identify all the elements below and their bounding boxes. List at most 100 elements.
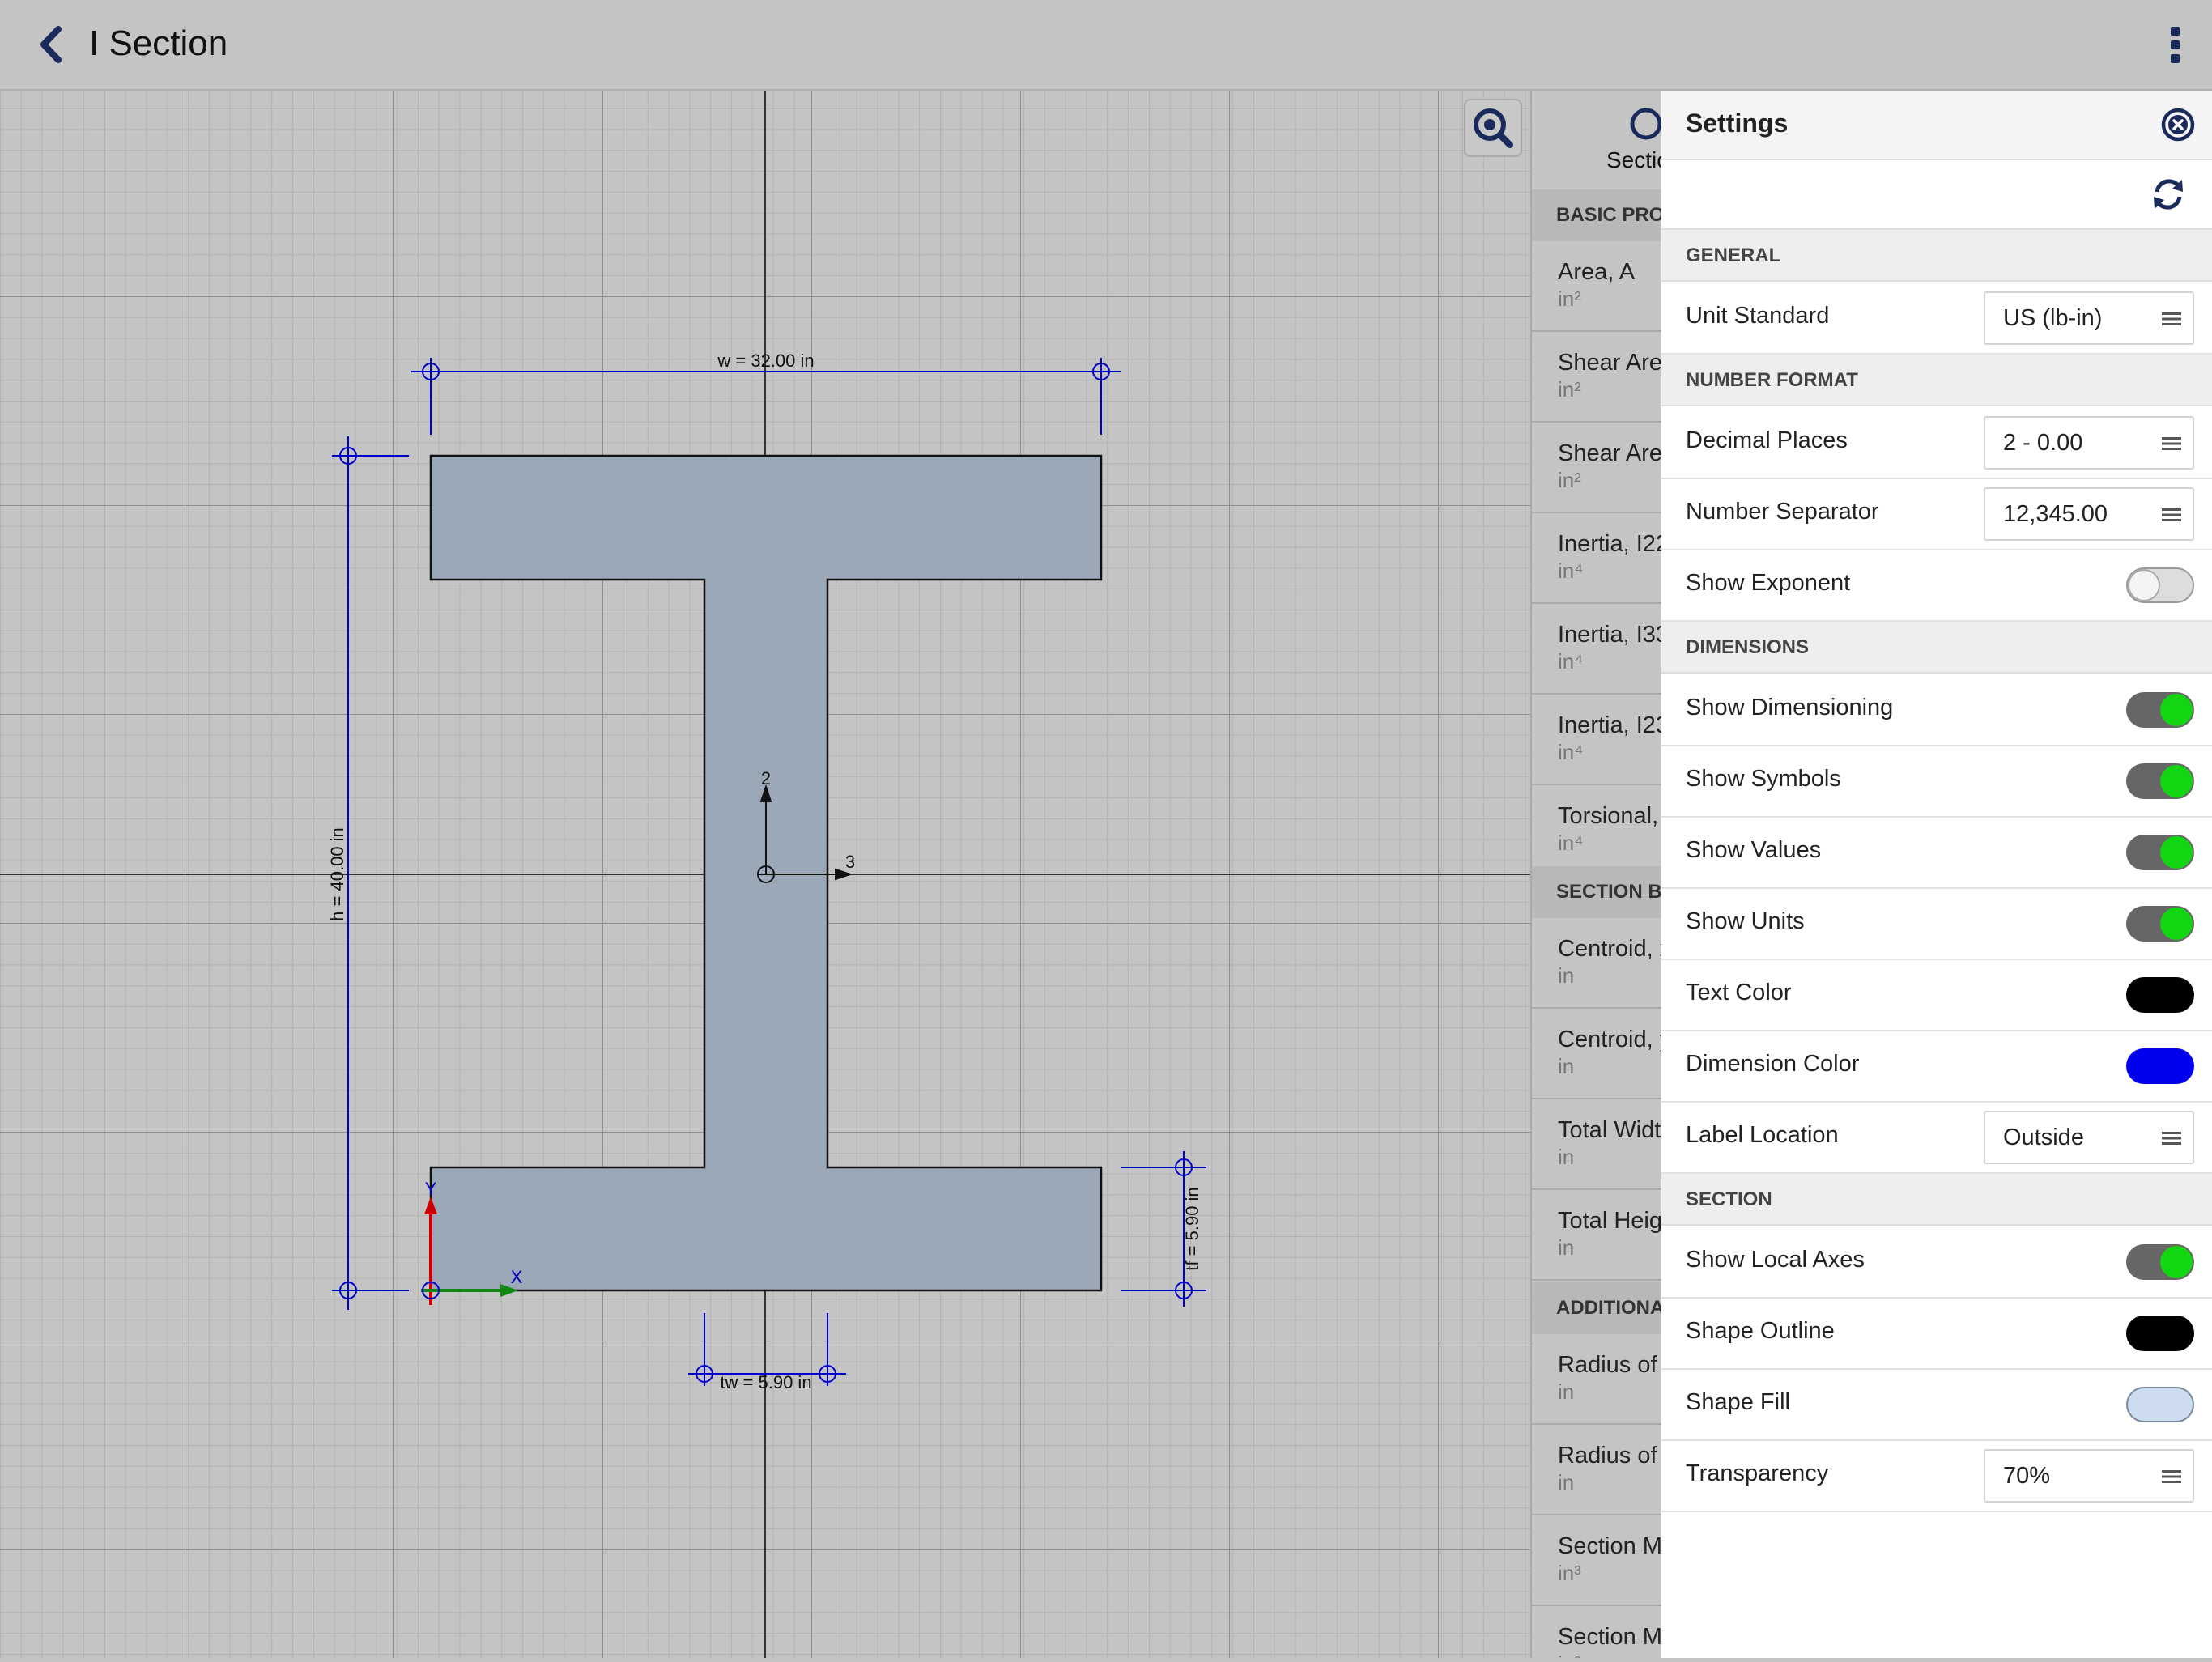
show-dimensioning-label: Show Dimensioning — [1686, 695, 1894, 720]
prop-label: Section Modulus — [1558, 1624, 1661, 1650]
shape-fill-label: Shape Fill — [1686, 1389, 1790, 1415]
axis-x-label: X — [511, 1267, 523, 1287]
shape-outline-swatch[interactable] — [2126, 1316, 2194, 1351]
prop-unit: in — [1558, 1235, 1575, 1260]
show-symbols-label: Show Symbols — [1686, 766, 1841, 792]
prop-row[interactable]: Radius of Gyrationin — [1532, 1425, 1661, 1515]
show-local-axes-toggle[interactable] — [2126, 1244, 2194, 1280]
prop-label: Radius of Gyration — [1558, 1443, 1661, 1469]
text-color-swatch[interactable] — [2126, 977, 2194, 1013]
prop-label: Centroid, x — [1558, 936, 1661, 962]
prop-label: Total Width — [1558, 1117, 1661, 1143]
prop-label: Torsional, J — [1558, 803, 1661, 829]
prop-row[interactable]: Shear Areain² — [1532, 332, 1661, 423]
prop-unit: in² — [1558, 287, 1581, 311]
decimal-places-value: 2 - 0.00 — [2003, 430, 2083, 456]
label-location-select[interactable]: Outside — [1984, 1111, 2194, 1164]
back-button[interactable] — [24, 16, 81, 73]
prop-unit: in — [1558, 963, 1575, 988]
prop-label: Inertia, I23 — [1558, 712, 1661, 738]
close-circle-icon — [2161, 108, 2195, 142]
transparency-row: Transparency 70% — [1661, 1441, 2212, 1512]
app-header: I Section — [0, 0, 2212, 91]
shape-fill-row: Shape Fill — [1661, 1370, 2212, 1441]
label-location-row: Label Location Outside — [1661, 1103, 2212, 1174]
transparency-select[interactable]: 70% — [1984, 1449, 2194, 1503]
number-separator-select[interactable]: 12,345.00 — [1984, 487, 2194, 541]
prop-row[interactable]: Shear Areain² — [1532, 423, 1661, 513]
flange-thickness-label: tf = 5.90 in — [1182, 1187, 1202, 1270]
show-exponent-label: Show Exponent — [1686, 570, 1851, 596]
prop-row[interactable]: Total Heightin — [1532, 1190, 1661, 1281]
prop-row[interactable]: Area, Ain² — [1532, 241, 1661, 332]
show-values-toggle[interactable] — [2126, 835, 2194, 870]
shape-fill-swatch[interactable] — [2126, 1387, 2194, 1422]
show-exponent-toggle[interactable] — [2126, 567, 2194, 603]
show-dimensioning-toggle[interactable] — [2126, 692, 2194, 728]
show-dimensioning-row: Show Dimensioning — [1661, 675, 2212, 746]
overflow-menu-button[interactable] — [2155, 18, 2196, 71]
number-format-heading: NUMBER FORMAT — [1661, 355, 2212, 406]
prop-row[interactable]: Total Widthin — [1532, 1099, 1661, 1190]
dimension-color-swatch[interactable] — [2126, 1048, 2194, 1084]
text-color-label: Text Color — [1686, 980, 1792, 1005]
prop-label: Inertia, I33 — [1558, 622, 1661, 648]
general-heading: GENERAL — [1661, 230, 2212, 282]
axis-3-label: 3 — [845, 852, 855, 872]
show-symbols-toggle[interactable] — [2126, 763, 2194, 799]
list-icon — [2162, 1132, 2181, 1145]
prop-section-heading: SECTION BOUNDS — [1532, 866, 1661, 918]
toggle-knob — [2160, 908, 2193, 940]
dimensions-heading: DIMENSIONS — [1661, 622, 2212, 674]
number-separator-label: Number Separator — [1686, 499, 1879, 525]
chevron-left-icon — [40, 26, 62, 63]
shape-outline-row: Shape Outline — [1661, 1299, 2212, 1370]
label-location-label: Label Location — [1686, 1122, 1839, 1148]
prop-unit: in³ — [1558, 1651, 1581, 1658]
prop-row[interactable]: Inertia, I23 in⁴ — [1532, 695, 1661, 785]
prop-row[interactable]: Centroid, x in — [1532, 918, 1661, 1009]
height-label: h = 40.00 in — [327, 827, 347, 921]
properties-tab-label: Section — [1606, 147, 1661, 172]
prop-row[interactable]: Torsional, Jin⁴ — [1532, 785, 1661, 876]
properties-tab[interactable]: Section — [1532, 91, 1661, 189]
settings-panel: Settings GENERAL Unit Standard US (lb-in… — [1661, 91, 2212, 1658]
settings-toolbar — [1661, 160, 2212, 230]
transparency-value: 70% — [2003, 1463, 2051, 1489]
prop-unit: in⁴ — [1558, 740, 1584, 764]
toggle-knob — [2160, 694, 2193, 726]
list-icon — [2162, 508, 2181, 521]
prop-label: Shear Area — [1558, 440, 1661, 466]
show-values-label: Show Values — [1686, 837, 1822, 863]
prop-unit: in — [1558, 1379, 1575, 1404]
toggle-knob — [2160, 765, 2193, 797]
prop-row[interactable]: Section Modulusin³ — [1532, 1515, 1661, 1606]
prop-row[interactable]: Inertia, I33 in⁴ — [1532, 604, 1661, 695]
prop-section-heading: ADDITIONAL PROPERTIES — [1532, 1282, 1661, 1334]
shape-outline-label: Shape Outline — [1686, 1318, 1835, 1344]
drawing-canvas[interactable]: w = 32.00 in h = 40.00 in tw = 5.90 in t… — [0, 91, 1530, 1658]
prop-row[interactable]: Radius of Gyrationin — [1532, 1334, 1661, 1425]
show-units-toggle[interactable] — [2126, 906, 2194, 942]
dimension-color-label: Dimension Color — [1686, 1051, 1860, 1077]
prop-label: Inertia, I22 — [1558, 531, 1661, 557]
prop-unit: in — [1558, 1470, 1575, 1494]
prop-label: Section Modulus — [1558, 1533, 1661, 1559]
prop-label: Centroid, y — [1558, 1027, 1661, 1052]
zoom-button[interactable] — [1464, 99, 1522, 157]
close-settings-button[interactable] — [2159, 105, 2197, 144]
reset-settings-button[interactable] — [2149, 175, 2188, 214]
prop-row[interactable]: Inertia, I22 in⁴ — [1532, 513, 1661, 604]
prop-row[interactable]: Section Modulusin³ — [1532, 1606, 1661, 1658]
unit-standard-select[interactable]: US (lb-in) — [1984, 291, 2194, 345]
unit-standard-row: Unit Standard US (lb-in) — [1661, 283, 2212, 355]
unit-standard-value: US (lb-in) — [2003, 305, 2103, 331]
decimal-places-select[interactable]: 2 - 0.00 — [1984, 416, 2194, 470]
prop-unit: in⁴ — [1558, 559, 1584, 583]
show-local-axes-label: Show Local Axes — [1686, 1247, 1865, 1273]
more-vertical-icon — [2171, 27, 2180, 63]
show-units-row: Show Units — [1661, 889, 2212, 960]
prop-row[interactable]: Centroid, y in — [1532, 1009, 1661, 1099]
prop-label: Shear Area — [1558, 350, 1661, 376]
circle-icon — [1630, 108, 1661, 140]
